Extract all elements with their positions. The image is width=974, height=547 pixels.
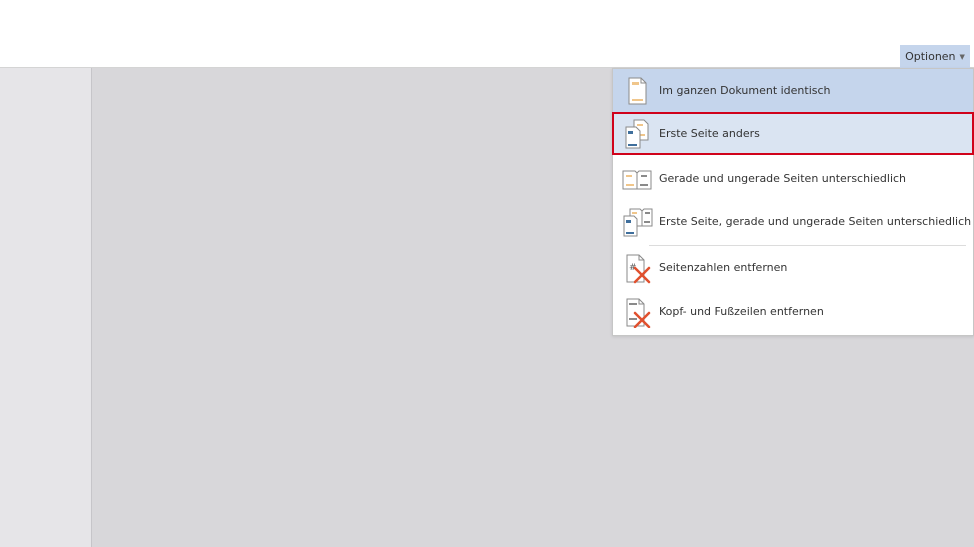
single-page-header-icon — [628, 77, 647, 105]
menu-item-label: Im ganzen Dokument identisch — [659, 84, 831, 97]
menu-item-same-throughout[interactable]: Im ganzen Dokument identisch — [613, 69, 973, 112]
remove-header-footer-icon — [626, 298, 651, 328]
left-margin-pane — [0, 68, 92, 547]
remove-page-numbers-icon: # — [626, 254, 651, 284]
menu-item-remove-header-footer[interactable]: Kopf- und Fußzeilen entfernen — [613, 290, 973, 333]
menu-item-remove-page-numbers[interactable]: # Seitenzahlen entfernen — [613, 246, 973, 289]
header-footer-options-menu: Im ganzen Dokument identisch Erste Seite… — [612, 68, 974, 336]
menu-item-label: Kopf- und Fußzeilen entfernen — [659, 305, 824, 318]
first-even-odd-pages-icon — [623, 208, 653, 237]
options-dropdown-button[interactable]: Optionen ▼ — [900, 45, 970, 68]
menu-item-label: Erste Seite anders — [659, 127, 760, 140]
menu-item-first-even-odd-different[interactable]: Erste Seite, gerade und ungerade Seiten … — [613, 200, 973, 243]
ribbon-bar: Optionen ▼ — [0, 0, 974, 68]
options-button-label: Optionen — [905, 50, 956, 63]
menu-item-first-page-different[interactable]: Erste Seite anders — [612, 112, 974, 155]
even-odd-pages-icon — [622, 170, 652, 190]
chevron-down-icon: ▼ — [959, 52, 965, 61]
menu-item-label: Gerade und ungerade Seiten unterschiedli… — [659, 172, 907, 185]
menu-item-even-odd-different[interactable]: Gerade und ungerade Seiten unterschiedli… — [613, 157, 973, 200]
menu-item-label: Erste Seite, gerade und ungerade Seiten … — [659, 215, 972, 228]
first-page-different-icon — [625, 119, 649, 149]
menu-item-label: Seitenzahlen entfernen — [659, 261, 788, 274]
